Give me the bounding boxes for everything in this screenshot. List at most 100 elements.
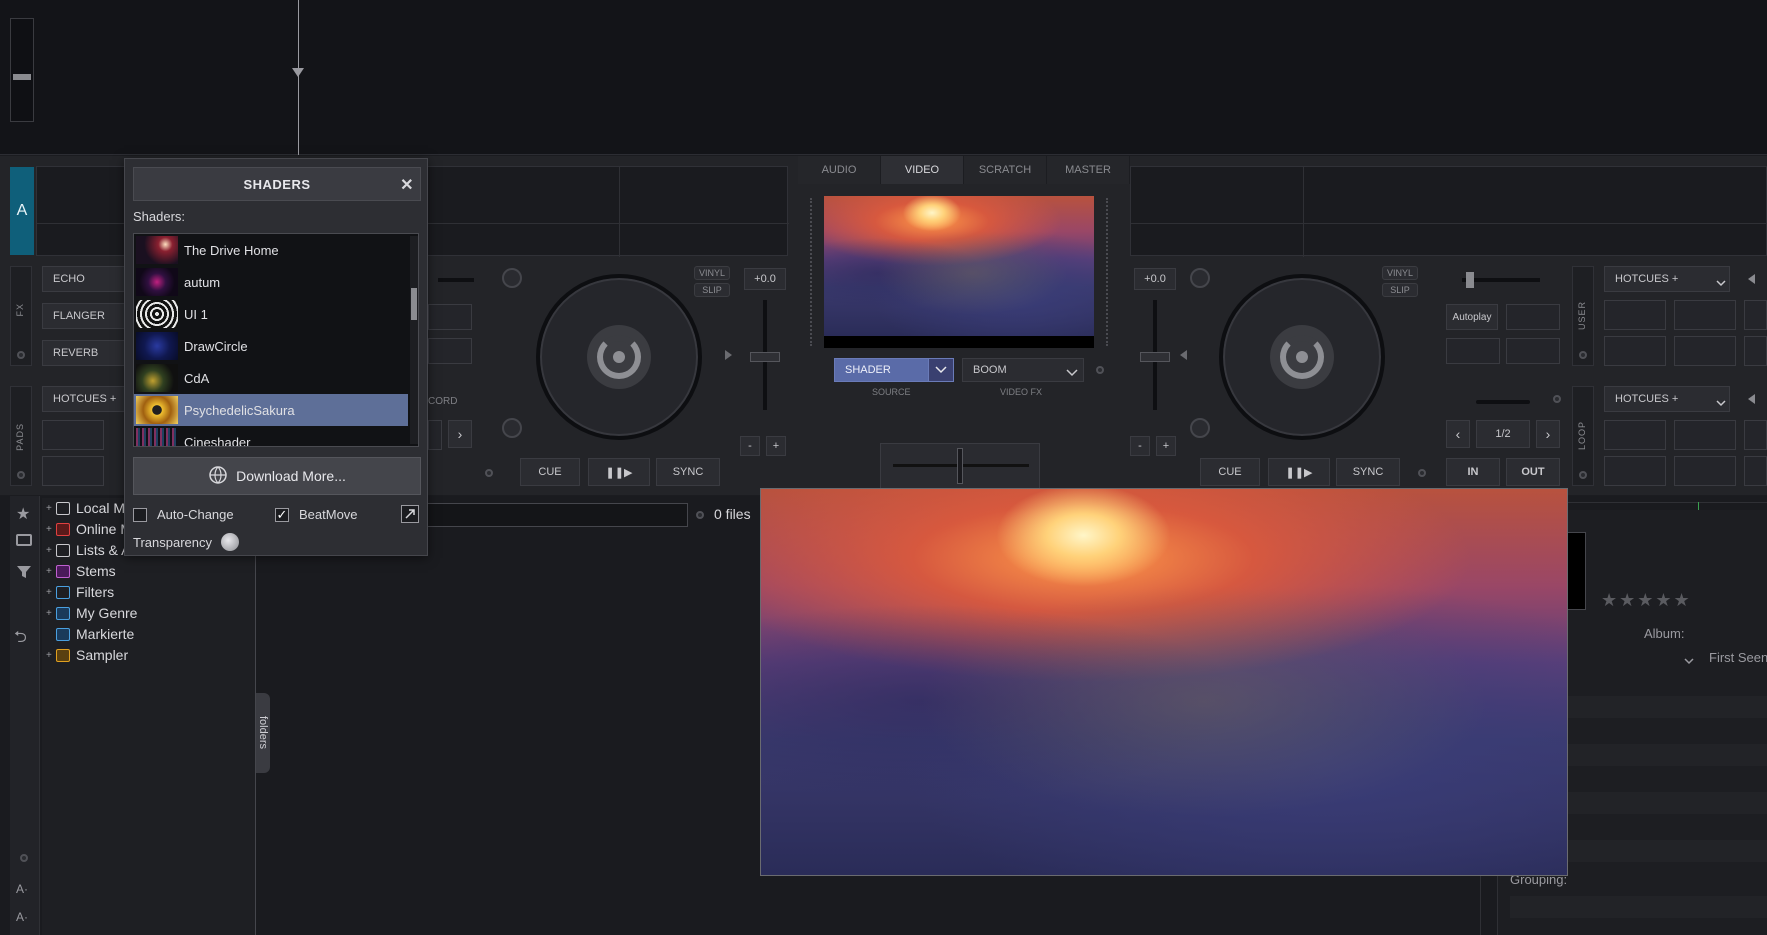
search-options-dot[interactable] <box>696 511 704 519</box>
deck-b-stop-icon[interactable] <box>1190 418 1210 438</box>
side-dot[interactable] <box>20 854 28 862</box>
pad-5[interactable] <box>42 456 104 486</box>
beatmove-checkbox[interactable]: ✓ <box>275 507 289 522</box>
deck-b-eject-icon[interactable] <box>1190 268 1210 288</box>
undock-icon[interactable] <box>401 505 419 523</box>
tree-item-local[interactable]: + Local M <box>46 498 125 518</box>
rating-stars-icon[interactable]: ★★★★★ <box>1601 590 1692 611</box>
list-item[interactable]: UI 1 <box>134 298 408 330</box>
deck-b-jog-wheel[interactable] <box>1219 274 1385 440</box>
tree-item-markierte[interactable]: Markierte <box>46 624 134 644</box>
pad-1[interactable] <box>42 420 104 450</box>
chevron-down-icon[interactable] <box>1716 396 1726 410</box>
play-pause-button[interactable]: ❚❚▶ <box>588 458 650 486</box>
tree-item-stems[interactable]: + Stems <box>46 561 116 581</box>
deck-b-hotcue-pad[interactable] <box>1744 336 1767 366</box>
sideview-icon[interactable] <box>16 534 32 546</box>
deck-b-cue-button[interactable]: CUE <box>1200 458 1260 486</box>
cue-button[interactable]: CUE <box>520 458 580 486</box>
loop-size-value[interactable]: 1/2 <box>1476 420 1530 448</box>
deck-b-hotcue-pad[interactable] <box>1674 336 1736 366</box>
tree-item-online[interactable]: + Online M <box>46 519 132 539</box>
autoplay-button[interactable]: Autoplay <box>1446 304 1498 330</box>
deck-b-hotcue-pad[interactable] <box>1744 420 1767 450</box>
video-output-window[interactable] <box>760 488 1568 876</box>
loop-dot[interactable] <box>1553 395 1561 403</box>
back-icon[interactable]: ⮌ <box>14 626 27 653</box>
folders-tab[interactable]: folders <box>256 693 270 773</box>
fx-level-slider[interactable] <box>438 278 474 282</box>
video-preview[interactable] <box>824 196 1094 348</box>
list-item[interactable]: The Drive Home <box>134 234 408 266</box>
pads-dot[interactable] <box>17 471 25 479</box>
deck-b-vinyl-button[interactable]: VINYL <box>1382 266 1418 280</box>
deck-b-pitch-handle[interactable] <box>1140 352 1170 362</box>
deck-b-hotcues-bottom-select[interactable]: HOTCUES + <box>1604 386 1730 412</box>
tree-item-filters[interactable]: + Filters <box>46 582 114 602</box>
source-dropdown-icon[interactable] <box>928 358 954 382</box>
deck-a-tag[interactable]: A <box>10 167 34 255</box>
deck-b-hotcue-pad[interactable] <box>1674 420 1736 450</box>
deck-b-hotcue-pad[interactable] <box>1674 300 1736 330</box>
tree-item-lists[interactable]: + Lists & A <box>46 540 130 560</box>
deck-b-slip-button[interactable]: SLIP <box>1382 283 1418 297</box>
tab-audio[interactable]: AUDIO <box>798 156 881 184</box>
collapse-arrow-icon[interactable] <box>1748 274 1755 284</box>
zoom-slider-handle[interactable] <box>13 74 31 80</box>
deck-b-sync-button[interactable]: SYNC <box>1336 458 1400 486</box>
pad-slot[interactable] <box>428 304 472 330</box>
deck-b-pitch-plus[interactable]: + <box>1156 436 1176 456</box>
video-crossfader[interactable] <box>880 443 1040 489</box>
deck-a-jog-wheel[interactable] <box>536 274 702 440</box>
loop-strip-dot[interactable] <box>1579 471 1587 479</box>
auto-change-checkbox[interactable] <box>133 507 147 522</box>
deck-b-hotcue-pad[interactable] <box>1744 456 1767 486</box>
fx-echo-button[interactable]: ECHO <box>42 266 132 292</box>
loop-out-button[interactable]: OUT <box>1506 458 1560 486</box>
deck-b-pitch-value[interactable]: +0.0 <box>1134 268 1176 290</box>
grouping-field[interactable] <box>1510 896 1767 918</box>
chevron-down-icon[interactable] <box>1716 276 1726 290</box>
tab-scratch[interactable]: SCRATCH <box>964 156 1047 184</box>
tree-item-sampler[interactable]: + Sampler <box>46 645 128 665</box>
tab-video[interactable]: VIDEO <box>881 156 964 184</box>
deck-b-hotcue-pad[interactable] <box>1604 456 1666 486</box>
collapse-arrow-icon[interactable] <box>1748 394 1755 404</box>
shaders-list[interactable]: The Drive Home autum UI 1 DrawCircle CdA… <box>133 233 419 447</box>
slip-button[interactable]: SLIP <box>694 283 730 297</box>
eject-icon[interactable] <box>502 268 522 288</box>
font-size-down-button[interactable]: A· <box>16 910 28 924</box>
deck-b-play-pause-button[interactable]: ❚❚▶ <box>1268 458 1330 486</box>
close-icon[interactable]: ✕ <box>400 175 414 195</box>
next-arrow-button[interactable]: › <box>448 420 472 448</box>
dialog-title-bar[interactable]: SHADERS ✕ <box>133 167 421 201</box>
pad-slot[interactable] <box>428 420 442 450</box>
deck-b-hotcue-pad[interactable] <box>1674 456 1736 486</box>
settings-dot[interactable] <box>485 469 493 477</box>
vinyl-button[interactable]: VINYL <box>694 266 730 280</box>
fx-dropdown-icon[interactable] <box>1066 366 1078 380</box>
crossfader-handle[interactable] <box>957 448 963 484</box>
video-fx-settings-dot[interactable] <box>1096 366 1104 374</box>
loop-in-button[interactable]: IN <box>1446 458 1500 486</box>
user-dot[interactable] <box>1579 351 1587 359</box>
deck-b-hotcues-top-select[interactable]: HOTCUES + <box>1604 266 1730 292</box>
list-item[interactable]: autum <box>134 266 408 298</box>
list-item[interactable]: CdA <box>134 362 408 394</box>
transparency-knob[interactable] <box>221 533 239 551</box>
star-icon[interactable]: ★ <box>16 504 30 524</box>
deck-b-hotcue-pad[interactable] <box>1604 300 1666 330</box>
list-scrollbar[interactable] <box>410 236 418 444</box>
font-size-up-button[interactable]: A· <box>16 882 28 896</box>
pad-slot[interactable] <box>428 338 472 364</box>
list-item[interactable]: DrawCircle <box>134 330 408 362</box>
auto-change-option[interactable]: Auto-Change <box>133 507 234 522</box>
fx-flanger-button[interactable]: FLANGER <box>42 303 132 329</box>
tab-master[interactable]: MASTER <box>1047 156 1130 184</box>
waveform-overview[interactable] <box>0 0 1767 155</box>
pitch-minus-button[interactable]: - <box>740 436 760 456</box>
pads-mode-select[interactable]: HOTCUES + <box>42 386 132 412</box>
deck-b-pad-slot[interactable] <box>1446 338 1500 364</box>
deck-b-waveform[interactable] <box>1130 166 1767 257</box>
tree-item-my-genre[interactable]: + My Genre <box>46 603 137 623</box>
